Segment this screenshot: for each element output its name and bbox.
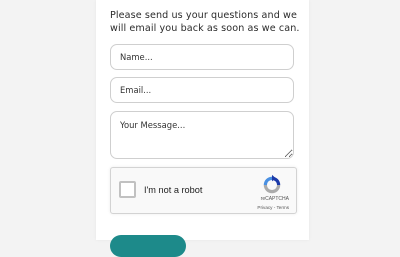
form-intro-text: Please send us your questions and we wil… <box>110 10 300 34</box>
recaptcha-label: I'm not a robot <box>144 185 203 195</box>
recaptcha-links: Privacy - Terms <box>257 205 289 210</box>
recaptcha-brand: reCAPTCHA <box>260 196 289 202</box>
privacy-link[interactable]: Privacy <box>257 205 272 210</box>
message-textarea[interactable] <box>110 111 294 159</box>
submit-button[interactable] <box>110 235 186 257</box>
email-input[interactable] <box>110 77 294 103</box>
name-input[interactable] <box>110 44 294 70</box>
recaptcha-checkbox[interactable] <box>119 181 136 198</box>
recaptcha-widget: I'm not a robot reCAPTCHA Privacy - Term… <box>110 167 297 214</box>
recaptcha-logo-icon <box>263 174 281 194</box>
terms-link[interactable]: Terms <box>276 205 289 210</box>
